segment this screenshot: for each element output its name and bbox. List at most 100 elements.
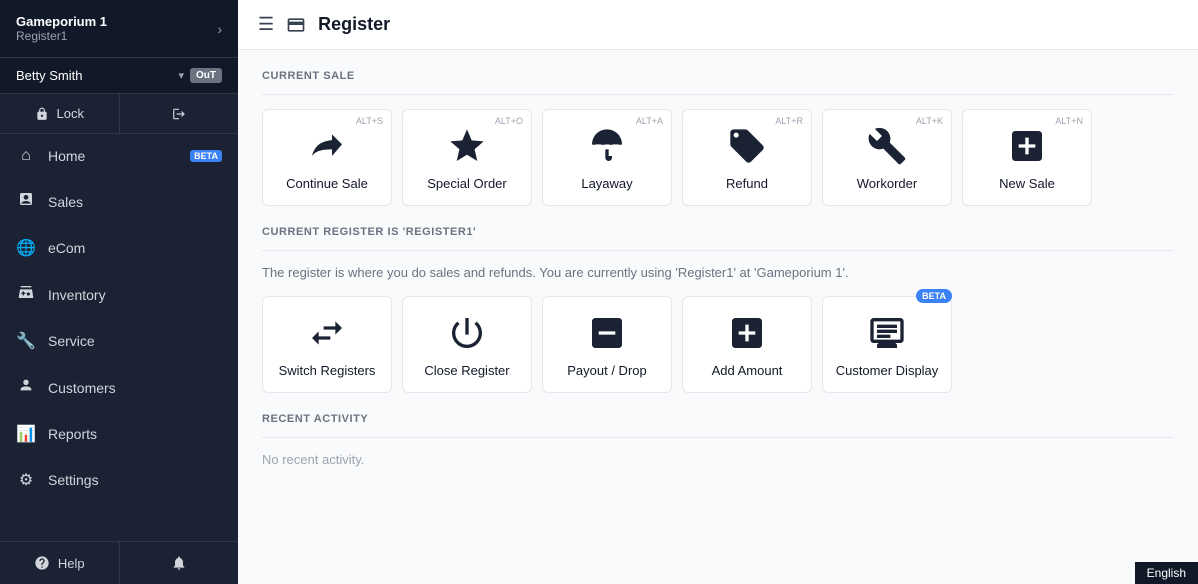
continue-sale-shortcut: ALT+S [356, 116, 383, 126]
reports-icon: 📊 [16, 424, 36, 444]
lock-label: Lock [57, 106, 84, 121]
no-activity-text: No recent activity. [262, 452, 1174, 467]
sales-icon [16, 191, 36, 212]
close-register-label: Close Register [424, 363, 509, 378]
notifications-button[interactable] [120, 542, 239, 584]
nav-home-label: Home [48, 148, 85, 164]
user-status-badge: OuT [190, 68, 222, 83]
switch-registers-card[interactable]: Switch Registers [262, 296, 392, 393]
layaway-icon [587, 126, 627, 166]
continue-sale-card[interactable]: ALT+S Continue Sale [262, 109, 392, 206]
page-title: Register [318, 14, 390, 35]
nav-sales-label: Sales [48, 194, 83, 210]
register-info-text: The register is where you do sales and r… [262, 265, 1174, 280]
layaway-card[interactable]: ALT+A Layaway [542, 109, 672, 206]
layaway-label: Layaway [581, 176, 632, 191]
special-order-card[interactable]: ALT+O Special Order [402, 109, 532, 206]
customer-display-card[interactable]: BETA Customer Display [822, 296, 952, 393]
new-sale-shortcut: ALT+N [1055, 116, 1083, 126]
continue-sale-icon [307, 126, 347, 166]
service-icon: 🔧 [16, 331, 36, 351]
new-sale-icon [1007, 126, 1047, 166]
user-dropdown-icon: ▾ [178, 69, 184, 82]
register-section-title: CURRENT REGISTER IS 'REGISTER1' [262, 226, 1174, 238]
sidebar-footer: Help [0, 541, 238, 584]
help-button[interactable]: Help [0, 542, 120, 584]
sidebar-item-customers[interactable]: Customers [0, 364, 238, 411]
current-sale-cards: ALT+S Continue Sale ALT+O Special Order … [262, 109, 1174, 206]
current-sale-section: CURRENT SALE ALT+S Continue Sale ALT+O S… [262, 70, 1174, 206]
workorder-card[interactable]: ALT+K Workorder [822, 109, 952, 206]
lock-logout-bar: Lock [0, 94, 238, 134]
store-info: Gameporium 1 Register1 [16, 14, 217, 43]
refund-shortcut: ALT+R [775, 116, 803, 126]
home-icon: ⌂ [16, 147, 36, 165]
special-order-icon [447, 126, 487, 166]
register-cards: Switch Registers Close Register Payout /… [262, 296, 1174, 393]
sidebar-item-ecom[interactable]: 🌐 eCom [0, 225, 238, 271]
layaway-shortcut: ALT+A [636, 116, 663, 126]
language-bar[interactable]: English [1135, 562, 1198, 584]
user-name: Betty Smith [16, 68, 172, 83]
add-amount-card[interactable]: Add Amount [682, 296, 812, 393]
new-sale-card[interactable]: ALT+N New Sale [962, 109, 1092, 206]
nav-customers-label: Customers [48, 380, 116, 396]
main-content: ☰ Register CURRENT SALE ALT+S Continue S… [238, 0, 1198, 584]
customer-display-label: Customer Display [836, 363, 939, 378]
help-label: Help [58, 556, 85, 571]
store-name: Gameporium 1 [16, 14, 217, 29]
sidebar: Gameporium 1 Register1 › Betty Smith ▾ O… [0, 0, 238, 584]
nav-service-label: Service [48, 333, 95, 349]
register-section: CURRENT REGISTER IS 'REGISTER1' The regi… [262, 226, 1174, 393]
hamburger-icon[interactable]: ☰ [258, 14, 274, 35]
continue-sale-label: Continue Sale [286, 176, 368, 191]
logout-button[interactable] [120, 94, 239, 133]
workorder-shortcut: ALT+K [916, 116, 943, 126]
customer-display-icon [867, 313, 907, 353]
payout-drop-card[interactable]: Payout / Drop [542, 296, 672, 393]
help-icon [34, 555, 50, 571]
user-bar[interactable]: Betty Smith ▾ OuT [0, 58, 238, 94]
lock-icon [35, 107, 49, 121]
ecom-icon: 🌐 [16, 238, 36, 258]
payout-drop-label: Payout / Drop [567, 363, 647, 378]
sidebar-item-inventory[interactable]: Inventory [0, 271, 238, 318]
sidebar-item-reports[interactable]: 📊 Reports [0, 411, 238, 457]
close-register-icon-actual [447, 313, 487, 353]
sidebar-nav: ⌂ Home BETA Sales 🌐 eCom Inventory 🔧 Ser… [0, 134, 238, 541]
sidebar-item-sales[interactable]: Sales [0, 178, 238, 225]
sidebar-item-settings[interactable]: ⚙ Settings [0, 457, 238, 503]
lock-button[interactable]: Lock [0, 94, 120, 133]
add-amount-icon [727, 313, 767, 353]
customer-display-beta-badge: BETA [916, 289, 952, 303]
customers-icon [16, 377, 36, 398]
language-label: English [1147, 566, 1186, 580]
recent-activity-title: RECENT ACTIVITY [262, 413, 1174, 425]
sidebar-item-service[interactable]: 🔧 Service [0, 318, 238, 364]
nav-inventory-label: Inventory [48, 287, 106, 303]
switch-registers-icon [307, 313, 347, 353]
workorder-icon [867, 126, 907, 166]
current-sale-title: CURRENT SALE [262, 70, 1174, 82]
refund-label: Refund [726, 176, 768, 191]
close-register-card[interactable]: Close Register [402, 296, 532, 393]
refund-card[interactable]: ALT+R Refund [682, 109, 812, 206]
store-header[interactable]: Gameporium 1 Register1 › [0, 0, 238, 58]
settings-icon: ⚙ [16, 470, 36, 490]
special-order-label: Special Order [427, 176, 506, 191]
nav-ecom-label: eCom [48, 240, 85, 256]
nav-settings-label: Settings [48, 472, 99, 488]
switch-registers-label: Switch Registers [279, 363, 376, 378]
recent-activity-section: RECENT ACTIVITY No recent activity. [262, 413, 1174, 467]
refund-icon [727, 126, 767, 166]
new-sale-label: New Sale [999, 176, 1055, 191]
special-order-shortcut: ALT+O [495, 116, 523, 126]
payout-drop-icon [587, 313, 627, 353]
bell-icon [171, 555, 187, 571]
add-amount-label: Add Amount [712, 363, 783, 378]
page-content: CURRENT SALE ALT+S Continue Sale ALT+O S… [238, 50, 1198, 584]
inventory-icon [16, 284, 36, 305]
nav-reports-label: Reports [48, 426, 97, 442]
sidebar-item-home[interactable]: ⌂ Home BETA [0, 134, 238, 178]
topbar: ☰ Register [238, 0, 1198, 50]
